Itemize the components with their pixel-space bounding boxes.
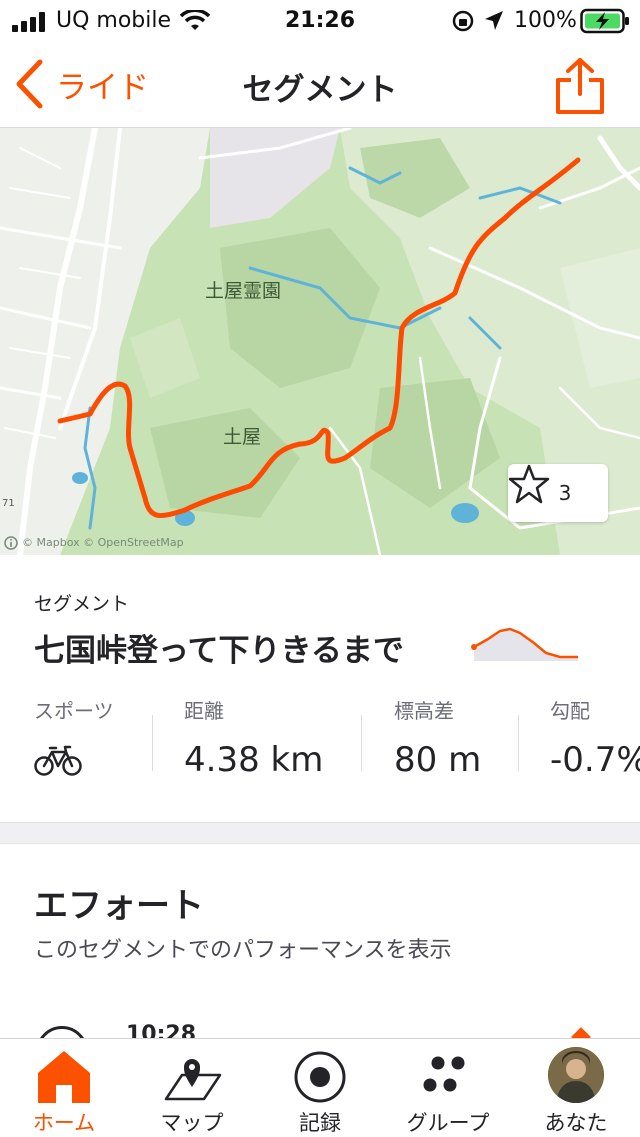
tab-label: 記録 xyxy=(299,1111,341,1135)
stat-divider xyxy=(518,715,519,771)
effort-timer-icon xyxy=(36,1026,88,1038)
stat-label: スポーツ xyxy=(34,699,114,723)
share-icon[interactable] xyxy=(552,56,608,116)
star-count: 3 xyxy=(558,481,572,505)
tab-home[interactable]: ホーム xyxy=(0,1039,128,1137)
stat-value: -0.7% xyxy=(550,740,640,780)
map-attribution[interactable]: © Mapbox © OpenStreetMap xyxy=(22,536,184,549)
segment-kicker: セグメント xyxy=(34,593,130,615)
segment-info: セグメント 七国峠登って下りきるまで スポーツ 距離 4.38 km 標高差 8… xyxy=(0,555,640,825)
segment-map[interactable]: 土屋霊園 土屋 71 3 © Mapbox © OpenStreetMap xyxy=(0,128,640,555)
stat-label: 勾配 xyxy=(550,699,590,723)
stat-value: 4.38 km xyxy=(184,740,324,780)
stat-sport: スポーツ xyxy=(34,695,114,785)
star-button[interactable]: 3 xyxy=(508,464,608,522)
location-arrow-icon xyxy=(485,11,503,30)
elevation-profile xyxy=(471,627,578,661)
tab-you[interactable]: あなた xyxy=(512,1039,640,1137)
info-icon[interactable] xyxy=(4,536,18,550)
battery-charging-icon xyxy=(580,8,629,34)
groups-icon xyxy=(423,1056,465,1092)
stat-divider xyxy=(152,715,153,771)
segment-name: 七国峠登って下りきるまで xyxy=(34,633,404,669)
stat-distance: 距離 4.38 km xyxy=(184,695,323,785)
segment-stats: スポーツ 距離 4.38 km 標高差 80 m 勾配 -0.7% xyxy=(0,695,640,785)
tab-label: グループ xyxy=(406,1111,490,1135)
map-icon xyxy=(164,1059,222,1101)
effort-section[interactable]: エフォート このセグメントでのパフォーマンスを表示 10:28 xyxy=(0,844,640,1038)
place-label-tsuchiya: 土屋 xyxy=(223,426,262,448)
stat-grade: 勾配 -0.7% xyxy=(550,695,640,785)
effort-time: 10:28 xyxy=(126,1022,197,1038)
tab-label: マップ xyxy=(160,1111,224,1135)
effort-heading: エフォート xyxy=(34,886,204,926)
stat-value: 80 m xyxy=(394,740,482,780)
effort-subtitle: このセグメントでのパフォーマンスを表示 xyxy=(34,938,452,963)
navigation-bar: ライド セグメント xyxy=(0,42,640,128)
star-icon xyxy=(508,464,550,504)
record-icon xyxy=(294,1051,346,1103)
stat-divider xyxy=(361,715,362,771)
tab-map[interactable]: マップ xyxy=(128,1039,256,1137)
section-divider xyxy=(0,822,640,844)
tab-label: あなた xyxy=(544,1111,608,1135)
battery-percent: 100% xyxy=(514,8,577,33)
tab-record[interactable]: 記録 xyxy=(256,1039,384,1137)
orientation-lock-icon xyxy=(452,10,474,32)
bicycle-icon xyxy=(34,745,82,776)
home-icon xyxy=(38,1051,90,1103)
avatar xyxy=(548,1047,604,1103)
tab-bar: ホーム マップ 記録 グループ あなた xyxy=(0,1038,640,1136)
page-title: セグメント xyxy=(242,72,398,108)
stat-label: 距離 xyxy=(184,699,224,723)
effort-accent-icon xyxy=(571,1027,591,1038)
tab-label: ホーム xyxy=(32,1111,96,1135)
stat-elevation: 標高差 80 m xyxy=(394,695,481,785)
stat-label: 標高差 xyxy=(394,699,454,723)
place-label-cemetery: 土屋霊園 xyxy=(205,280,282,302)
tab-groups[interactable]: グループ xyxy=(384,1039,512,1137)
road-number: 71 xyxy=(2,498,15,509)
status-bar: UQ mobile 21:26 100% xyxy=(0,0,640,42)
